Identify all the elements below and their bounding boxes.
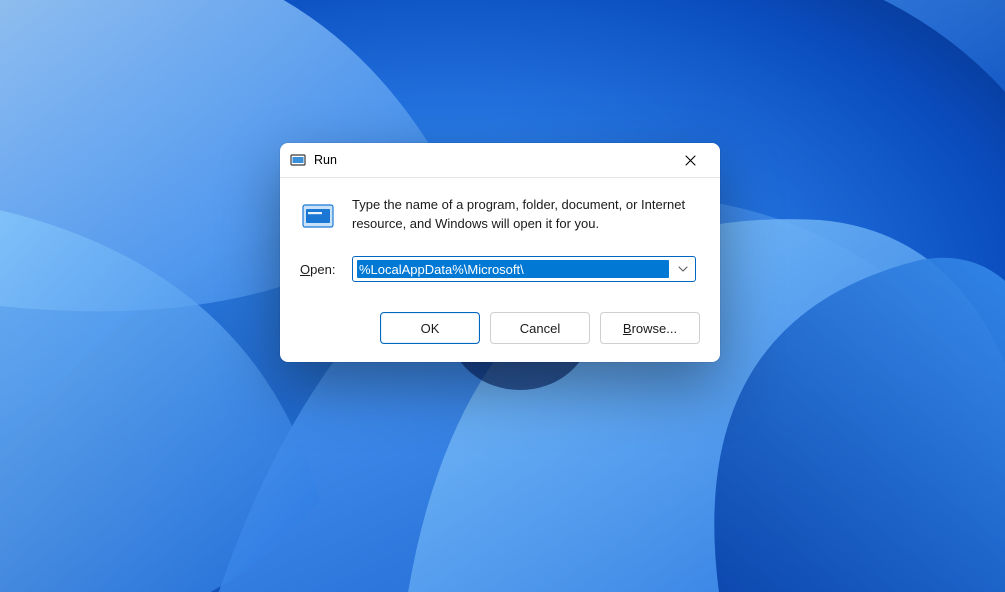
open-input-value[interactable]: %LocalAppData%\Microsoft\	[357, 260, 669, 278]
chevron-down-icon[interactable]	[671, 257, 695, 281]
cancel-button[interactable]: Cancel	[490, 312, 590, 344]
browse-button[interactable]: Browse...	[600, 312, 700, 344]
dialog-description: Type the name of a program, folder, docu…	[352, 196, 700, 234]
ok-button[interactable]: OK	[380, 312, 480, 344]
close-button[interactable]	[668, 145, 712, 175]
titlebar: Run	[280, 143, 720, 177]
open-label: Open:	[300, 262, 340, 277]
run-dialog: Run Type the name of a program, folder, …	[280, 143, 720, 362]
run-large-icon	[300, 198, 336, 234]
dialog-title: Run	[314, 153, 668, 167]
run-app-icon	[290, 152, 306, 168]
open-combobox[interactable]: %LocalAppData%\Microsoft\	[352, 256, 696, 282]
